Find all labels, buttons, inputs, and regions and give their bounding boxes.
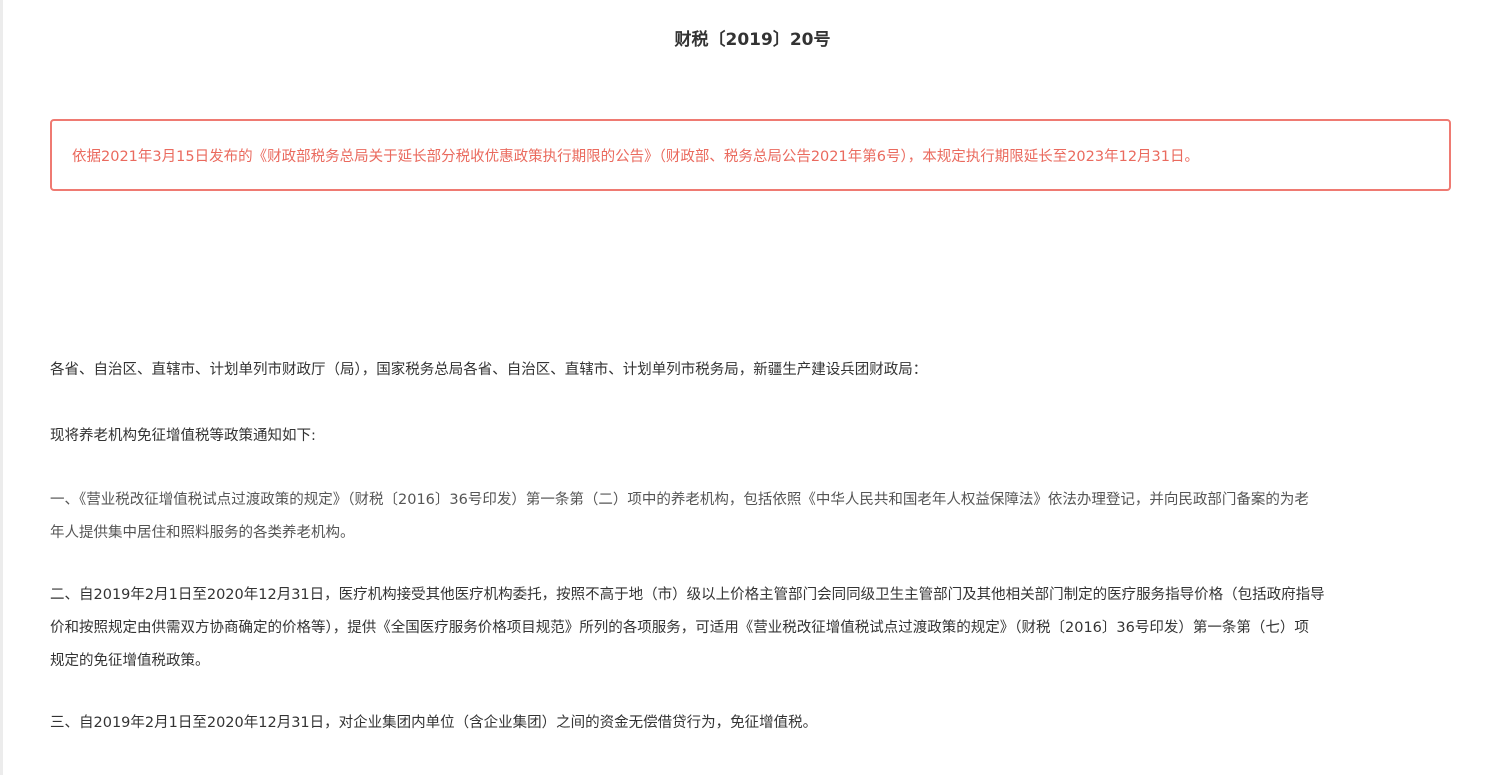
article-1-line-2: 年人提供集中居住和照料服务的各类养老机构。 — [50, 525, 355, 541]
article-2-line-2: 价和按照规定由供需双方协商确定的价格等），提供《全国医疗服务价格项目规范》所列的… — [50, 620, 1309, 636]
article-2-line-1: 二、自2019年2月1日至2020年12月31日，医疗机构接受其他医疗机构委托，… — [50, 587, 1325, 603]
intro-paragraph: 现将养老机构免征增值税等政策通知如下: — [50, 428, 316, 444]
validity-notice-text: 依据2021年3月15日发布的《财政部税务总局关于延长部分税收优惠政策执行期限的… — [72, 149, 1200, 165]
addressee-paragraph: 各省、自治区、直辖市、计划单列市财政厅（局），国家税务总局各省、自治区、直辖市、… — [50, 362, 928, 378]
page-left-border — [0, 0, 3, 775]
article-2-line-3: 规定的免征增值税政策。 — [50, 653, 210, 669]
document-number: 财税〔2019〕20号 — [674, 30, 831, 50]
article-3-paragraph: 三、自2019年2月1日至2020年12月31日，对企业集团内单位（含企业集团）… — [50, 715, 818, 731]
validity-notice-box: 依据2021年3月15日发布的《财政部税务总局关于延长部分税收优惠政策执行期限的… — [50, 119, 1451, 191]
article-1-paragraph: 一、《营业税改征增值税试点过渡政策的规定》（财税〔2016〕36号印发）第一条第… — [50, 484, 1455, 550]
article-1-line-1: 一、《营业税改征增值税试点过渡政策的规定》（财税〔2016〕36号印发）第一条第… — [50, 492, 1309, 508]
article-2-paragraph: 二、自2019年2月1日至2020年12月31日，医疗机构接受其他医疗机构委托，… — [50, 579, 1455, 678]
